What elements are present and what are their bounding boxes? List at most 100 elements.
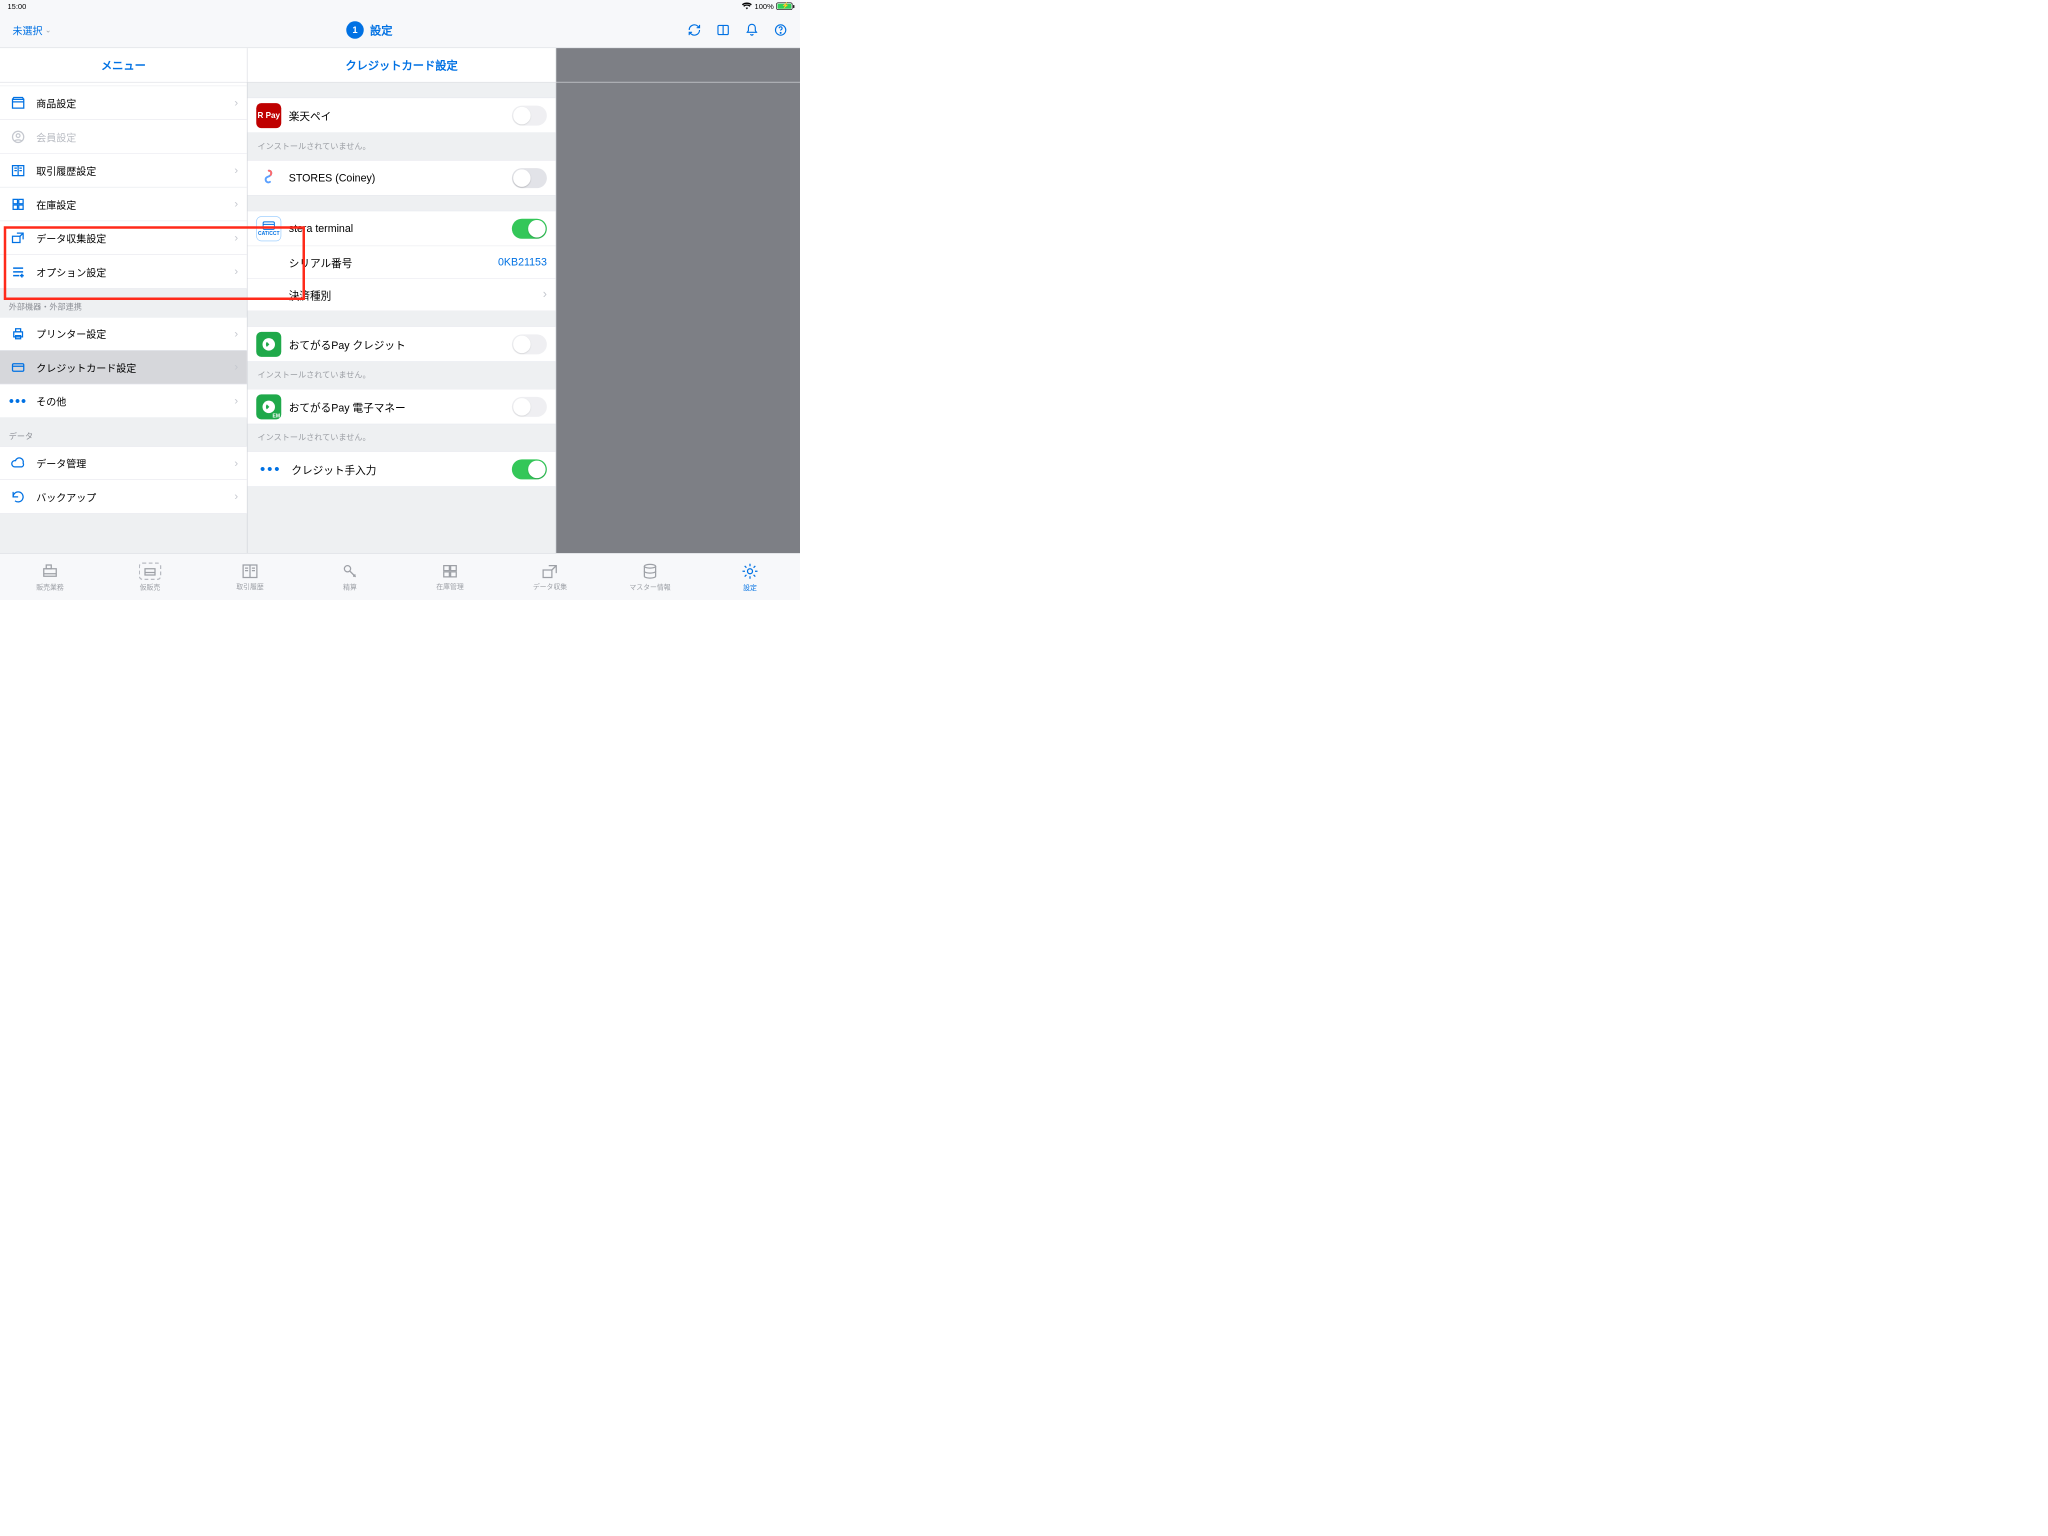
tab-label: 精算	[343, 582, 357, 592]
menu-pane: 商品設定 › 会員設定 取引履歴設定 › 在庫設定 › データ収集設定 › オプ…	[0, 83, 248, 554]
chevron-right-icon: ›	[234, 198, 238, 211]
row-otegaru-credit: おてがるPay クレジット	[248, 326, 556, 362]
menu-item-datacollect[interactable]: データ収集設定 ›	[0, 221, 247, 255]
menu-label: データ管理	[36, 456, 234, 471]
bell-icon[interactable]	[745, 23, 759, 37]
tab-settlement[interactable]: 精算	[300, 554, 400, 600]
toggle-manual[interactable]	[512, 459, 547, 479]
note-rakuten: インストールされていません。	[248, 133, 556, 154]
otegaru-em-icon: EM	[256, 394, 281, 419]
menu-item-product[interactable]: 商品設定 ›	[0, 86, 247, 120]
box-icon	[9, 95, 28, 110]
printer-icon	[9, 326, 28, 341]
tab-bar: 販売業務 仮販売 取引履歴 精算 在庫管理 データ収集 マスター情報 設定	[0, 553, 800, 600]
chevron-right-icon: ›	[234, 457, 238, 470]
grid-icon	[441, 563, 459, 579]
tab-label: データ収集	[533, 581, 567, 591]
menu-group-data: データ	[0, 418, 247, 446]
tab-datacollect[interactable]: データ収集	[500, 554, 600, 600]
row-stera-serial[interactable]: シリアル番号 0KB21153	[248, 246, 556, 279]
menu-label: プリンター設定	[36, 326, 234, 341]
user-icon	[9, 129, 28, 144]
card-icon	[9, 360, 28, 375]
status-time: 15:00	[8, 2, 27, 11]
tab-stock[interactable]: 在庫管理	[400, 554, 500, 600]
menu-label: オプション設定	[36, 264, 234, 279]
battery-icon: ⚡	[776, 3, 792, 11]
toggle-coiney[interactable]	[512, 168, 547, 188]
refresh-icon[interactable]	[687, 23, 701, 37]
menu-label: バックアップ	[36, 489, 234, 504]
status-bar: 15:00 100% ⚡	[0, 0, 800, 13]
nav-title: 設定	[370, 22, 393, 38]
menu-label: その他	[36, 393, 234, 408]
nav-dropdown-label: 未選択	[13, 23, 43, 38]
row-otegaru-em: EM おてがるPay 電子マネー	[248, 389, 556, 425]
chevron-right-icon: ›	[234, 164, 238, 177]
toggle-otegaru-em[interactable]	[512, 397, 547, 417]
menu-label: 商品設定	[36, 95, 234, 110]
row-label: stera terminal	[289, 222, 512, 235]
tab-settings[interactable]: 設定	[700, 554, 800, 600]
key-icon	[341, 562, 359, 580]
menu-label: 在庫設定	[36, 197, 234, 212]
row-manual: ••• クレジット手入力	[248, 451, 556, 487]
more-icon: •••	[9, 393, 28, 409]
restore-icon	[9, 489, 28, 504]
toggle-stera[interactable]	[512, 218, 547, 238]
chevron-right-icon: ›	[234, 96, 238, 109]
menu-item-datamgmt[interactable]: データ管理 ›	[0, 446, 247, 480]
tab-label: 設定	[743, 582, 757, 592]
tab-label: 販売業務	[36, 582, 64, 592]
tab-master[interactable]: マスター情報	[600, 554, 700, 600]
column-headers: メニュー クレジットカード設定	[0, 48, 800, 82]
wifi-icon	[742, 3, 752, 11]
serial-label: シリアル番号	[289, 254, 353, 270]
column-header-menu: メニュー	[0, 48, 248, 82]
serial-value: 0KB21153	[498, 256, 547, 269]
grid-icon	[9, 197, 28, 212]
book-icon	[9, 163, 28, 178]
battery-percent: 100%	[755, 2, 774, 11]
nav-dropdown[interactable]: 未選択 ⌄	[13, 23, 52, 38]
menu-item-credit[interactable]: クレジットカード設定 ›	[0, 351, 247, 385]
terminal-icon: CAT/CCT	[256, 216, 281, 241]
menu-item-stock[interactable]: 在庫設定 ›	[0, 188, 247, 222]
menu-label: データ収集設定	[36, 230, 234, 245]
register-icon	[40, 562, 60, 580]
tab-label: 仮販売	[140, 582, 161, 592]
chevron-right-icon: ›	[234, 361, 238, 374]
tab-label: マスター情報	[629, 582, 670, 592]
menu-item-printer[interactable]: プリンター設定 ›	[0, 317, 247, 351]
database-icon	[642, 562, 658, 580]
tab-sales[interactable]: 販売業務	[0, 554, 100, 600]
menu-item-history[interactable]: 取引履歴設定 ›	[0, 154, 247, 188]
row-label: おてがるPay 電子マネー	[289, 399, 512, 415]
panels-icon[interactable]	[716, 23, 730, 37]
row-stera-type[interactable]: 決済種別 ›	[248, 279, 556, 312]
chevron-right-icon: ›	[234, 394, 238, 407]
rakuten-icon: R Pay	[256, 103, 281, 128]
nav-bar: 未選択 ⌄ 1 設定	[0, 13, 800, 49]
note-otegaru-credit: インストールされていません。	[248, 362, 556, 383]
row-stera: CAT/CCT stera terminal	[248, 211, 556, 247]
column-header-detail: クレジットカード設定	[248, 48, 557, 82]
tab-presale[interactable]: 仮販売	[100, 554, 200, 600]
gear-icon	[741, 562, 760, 581]
tab-history[interactable]: 取引履歴	[200, 554, 300, 600]
menu-item-backup[interactable]: バックアップ ›	[0, 480, 247, 514]
collect-icon	[9, 230, 28, 245]
menu-item-member: 会員設定	[0, 120, 247, 154]
toggle-otegaru-credit[interactable]	[512, 334, 547, 354]
menu-label: クレジットカード設定	[36, 360, 234, 375]
note-otegaru-em: インストールされていません。	[248, 424, 556, 445]
type-label: 決済種別	[289, 287, 332, 303]
toggle-rakuten[interactable]	[512, 105, 547, 125]
row-label: STORES (Coiney)	[289, 172, 512, 185]
menu-label: 会員設定	[36, 129, 238, 144]
presale-icon	[139, 562, 162, 580]
menu-item-other[interactable]: ••• その他 ›	[0, 384, 247, 418]
menu-item-option[interactable]: オプション設定 ›	[0, 255, 247, 289]
cloud-icon	[9, 456, 28, 471]
help-icon[interactable]	[774, 23, 788, 37]
